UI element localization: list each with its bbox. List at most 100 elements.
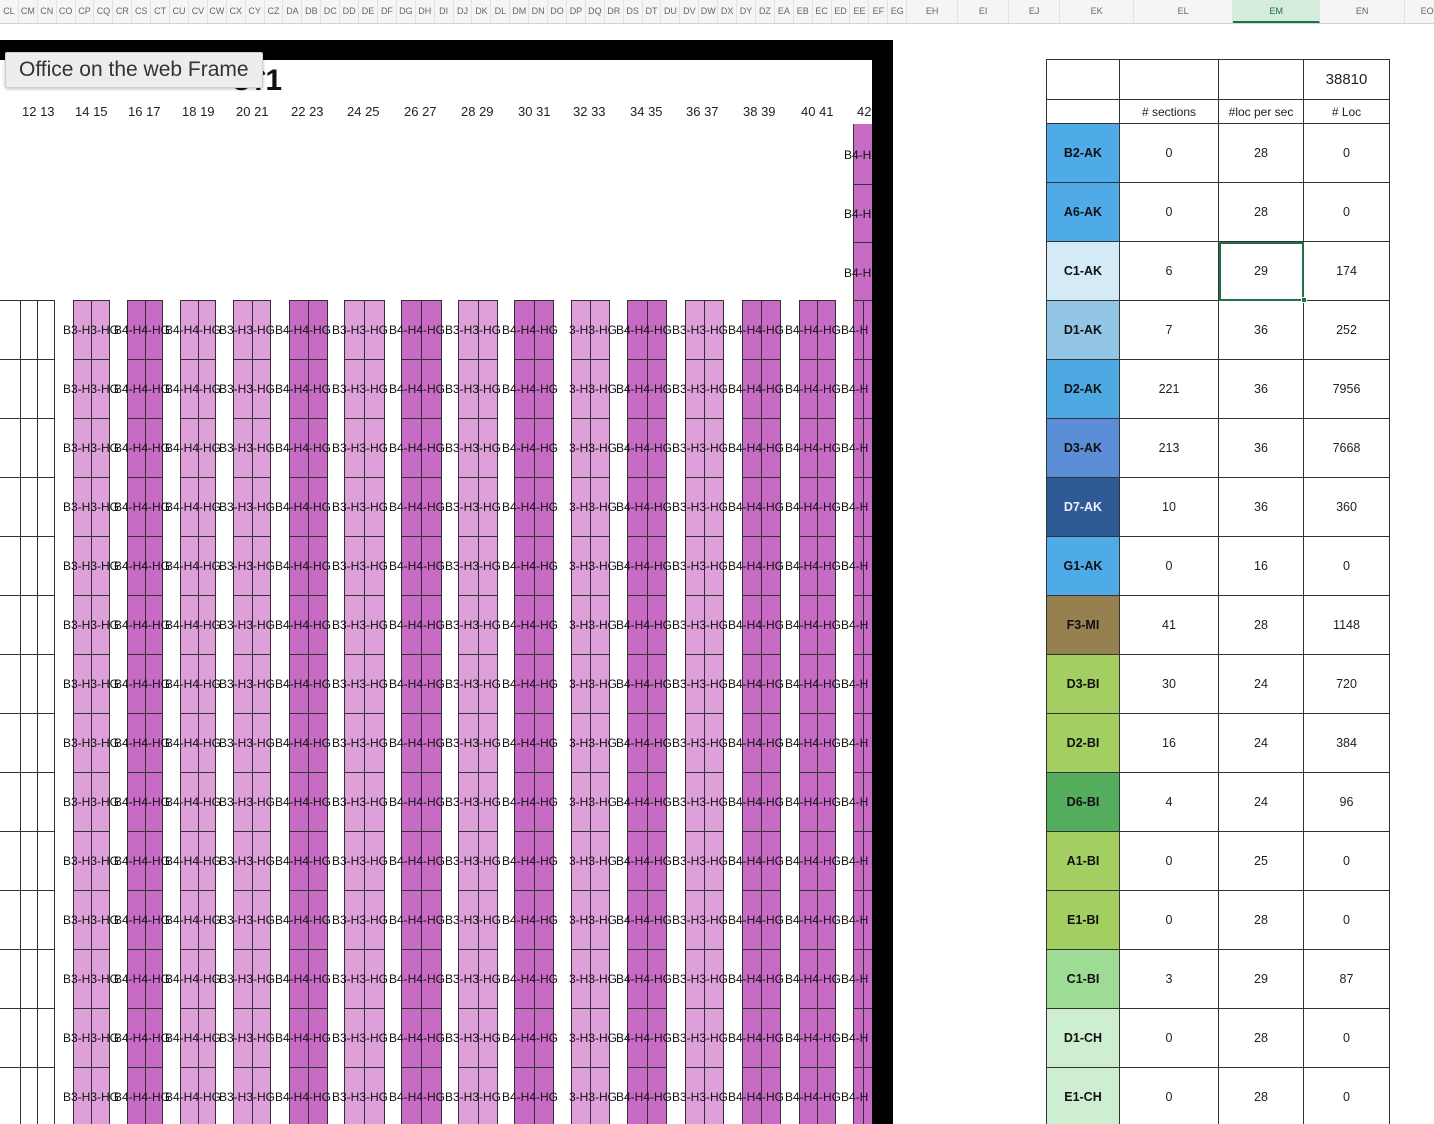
cell-label[interactable]: B3-H3-HG [219,500,275,514]
cell-label[interactable]: B3-H3-HG [445,500,501,514]
cell-label[interactable]: B4-H4-HG [389,559,445,573]
summary-code-cell[interactable]: A6-AK [1046,182,1120,242]
column-header-co[interactable]: CO [57,0,76,23]
summary-code-cell[interactable]: C1-BI [1046,949,1120,1009]
summary-sections-cell[interactable]: 0 [1119,536,1219,596]
cell-label[interactable]: B3-H3-HG [672,736,728,750]
column-header-ef[interactable]: EF [869,0,889,23]
summary-sections-cell[interactable]: 6 [1119,241,1219,301]
summary-sections-cell[interactable]: 4 [1119,772,1219,832]
summary-loc-per-sec-cell[interactable]: 29 [1218,949,1304,1009]
cell-label[interactable]: B4-H4-HG [728,854,784,868]
cell-label[interactable]: B3-H3-HG [219,913,275,927]
summary-sections-cell[interactable]: 3 [1119,949,1219,1009]
cell-label[interactable]: B4-H4-HG [114,559,170,573]
cell-label[interactable]: B4-H4-HG [114,795,170,809]
cell-label[interactable]: B3-H3-HG [63,1090,119,1104]
cell-label[interactable]: B4-H4-HG [389,1031,445,1045]
cell-label[interactable]: B4-H4-HG [275,677,331,691]
column-header-dv[interactable]: DV [680,0,700,23]
cell-label[interactable]: 3-H3-HG [569,677,617,691]
column-header-eg[interactable]: EG [888,0,908,23]
summary-sections-cell[interactable]: 16 [1119,713,1219,773]
cell-label[interactable]: B4-H4-HG [114,854,170,868]
cell-label[interactable]: B3-H3-HG [332,500,388,514]
cell-label[interactable]: 3-H3-HG [569,1090,617,1104]
cell-label[interactable]: B4-H4-HG [114,677,170,691]
cell-label[interactable]: B4-H4-HG [275,559,331,573]
cell-label[interactable]: B4-H4-HG [389,736,445,750]
column-header-dh[interactable]: DH [416,0,435,23]
cell-label[interactable]: B4-H4-HG [728,677,784,691]
summary-loc-cell[interactable]: 0 [1303,1008,1390,1068]
summary-loc-per-sec-cell[interactable]: 29 [1218,241,1304,301]
summary-sections-cell[interactable]: 0 [1119,182,1219,242]
summary-loc-per-sec-cell[interactable]: 36 [1218,359,1304,419]
cell-label[interactable]: B4-H4-HG [389,1090,445,1104]
summary-code-cell[interactable]: D1-AK [1046,300,1120,360]
cell-label[interactable]: B3-H3-HG [219,618,275,632]
cell-label[interactable]: B4-H4-HG [114,323,170,337]
column-header-cx[interactable]: CX [227,0,246,23]
cell-label[interactable]: B4-H4-HG [165,972,221,986]
column-header-cq[interactable]: CQ [95,0,114,23]
column-header-dg[interactable]: DG [397,0,416,23]
cell-label[interactable]: B4-H4-HG [616,972,672,986]
cell-label[interactable]: B4-H4-HG [616,854,672,868]
summary-sections-cell[interactable]: 0 [1119,890,1219,950]
cell-label[interactable]: 3-H3-HG [569,618,617,632]
summary-loc-cell[interactable]: 0 [1303,890,1390,950]
summary-code-cell[interactable]: B2-AK [1046,123,1120,183]
cell-label[interactable]: B3-H3-HG [63,736,119,750]
column-header-ct[interactable]: CT [151,0,171,23]
summary-corner[interactable] [1046,59,1120,100]
summary-code-cell[interactable]: F3-MI [1046,595,1120,655]
cell-label[interactable]: B4-H4-HG [502,972,558,986]
cell-label[interactable]: B4-H4-HG [616,618,672,632]
cell-label[interactable]: B3-H3-HG [63,500,119,514]
cell-label[interactable]: B4-H4-HG [728,972,784,986]
summary-blank-1[interactable] [1119,59,1219,100]
cell-label[interactable]: B4-H [841,854,868,868]
summary-loc-cell[interactable]: 0 [1303,123,1390,183]
summary-code-cell[interactable]: D3-AK [1046,418,1120,478]
column-header-cu[interactable]: CU [170,0,189,23]
cell-label[interactable]: B3-H3-HG [219,1090,275,1104]
cell-label[interactable]: B3-H3-HG [445,618,501,632]
cell-label[interactable]: B4-H4-HG [728,323,784,337]
cell-label[interactable]: B4-H4-HG [502,795,558,809]
column-header-eh[interactable]: EH [907,0,959,23]
summary-loc-cell[interactable]: 0 [1303,831,1390,891]
cell-label[interactable]: B3-H3-HG [672,913,728,927]
cell-label[interactable]: B4-H4-HG [389,500,445,514]
cell-label[interactable]: B3-H3-HG [332,1031,388,1045]
cell-label[interactable]: B4-H [841,323,868,337]
cell-label[interactable]: B3-H3-HG [332,618,388,632]
summary-header-sections[interactable]: # sections [1119,99,1219,124]
summary-code-cell[interactable]: D2-AK [1046,359,1120,419]
cell-label[interactable]: B4-H4-HG [728,795,784,809]
cell-label[interactable]: B3-H3-HG [332,1090,388,1104]
summary-code-cell[interactable]: A1-BI [1046,831,1120,891]
cell-label[interactable]: B3-H3-HG [332,972,388,986]
cell-label[interactable]: B3-H3-HG [219,382,275,396]
cell-label[interactable]: B3-H3-HG [445,382,501,396]
frame-canvas[interactable]: ʊʕ1 12 1314 1516 1718 1920 2122 2324 252… [0,60,872,1124]
cell-label[interactable]: B4-H4-HG [728,736,784,750]
cell-label[interactable]: B4-H [841,1090,868,1104]
column-header-da[interactable]: DA [284,0,303,23]
cell-label[interactable]: B3-H3-HG [672,441,728,455]
column-header-eo[interactable]: EO [1405,0,1434,23]
summary-loc-per-sec-cell[interactable]: 28 [1218,182,1304,242]
column-header-dz[interactable]: DZ [756,0,775,23]
column-header-ed[interactable]: ED [832,0,851,23]
cell-label[interactable]: B3-H3-HG [63,323,119,337]
summary-code-cell[interactable]: D1-CH [1046,1008,1120,1068]
column-header-dc[interactable]: DC [321,0,341,23]
summary-code-cell[interactable]: D2-BI [1046,713,1120,773]
summary-loc-per-sec-cell[interactable]: 24 [1218,713,1304,773]
cell-label[interactable]: B3-H3-HG [445,559,501,573]
cell-label[interactable]: B4-H4-HG [275,441,331,455]
cell-label[interactable]: B4-H4-HG [165,323,221,337]
cell-label[interactable]: B4-H4-HG [502,382,558,396]
